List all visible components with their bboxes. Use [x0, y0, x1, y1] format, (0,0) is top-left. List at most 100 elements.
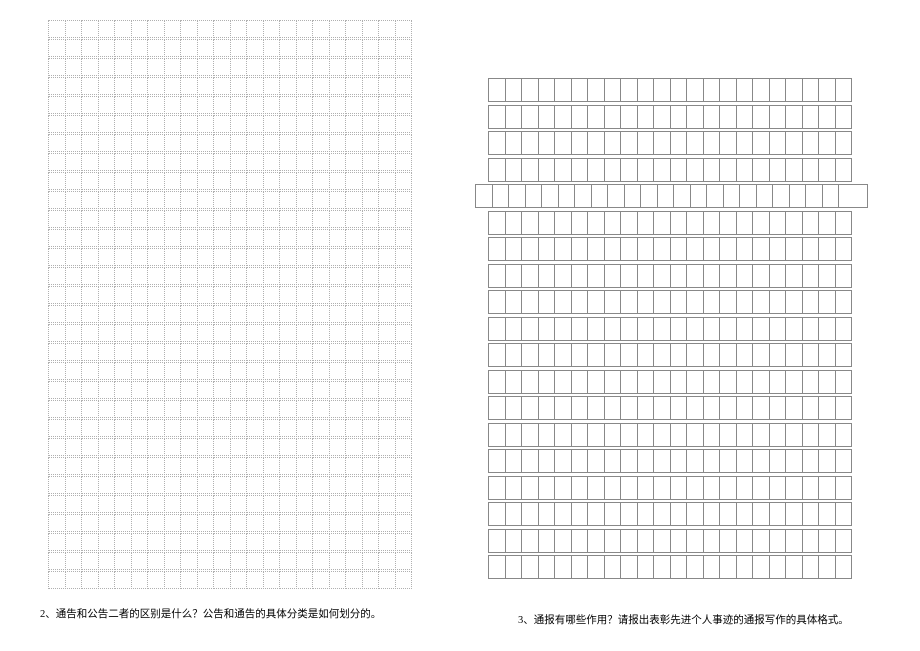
grid-cell	[197, 229, 215, 247]
grid-row	[48, 419, 432, 437]
grid-cell	[624, 184, 642, 208]
grid-cell	[279, 210, 297, 228]
grid-cell	[541, 184, 559, 208]
grid-cell	[835, 78, 853, 102]
grid-cell	[395, 115, 413, 133]
grid-cell	[279, 552, 297, 570]
grid-cell	[213, 134, 231, 152]
grid-cell	[312, 476, 330, 494]
grid-cell	[263, 305, 281, 323]
grid-cell	[197, 362, 215, 380]
grid-cell	[279, 153, 297, 171]
grid-cell	[802, 237, 820, 261]
grid-cell	[653, 237, 671, 261]
grid-cell	[81, 438, 99, 456]
grid-cell	[312, 533, 330, 551]
grid-cell	[785, 264, 803, 288]
grid-cell	[312, 514, 330, 532]
grid-cell	[835, 264, 853, 288]
grid-cell	[279, 362, 297, 380]
grid-cell	[736, 290, 754, 314]
grid-cell	[835, 158, 853, 182]
grid-cell	[279, 457, 297, 475]
grid-cell	[81, 191, 99, 209]
grid-cell	[362, 476, 380, 494]
grid-cell	[505, 317, 523, 341]
grid-cell	[65, 77, 83, 95]
grid-cell	[345, 362, 363, 380]
grid-cell	[785, 105, 803, 129]
grid-cell	[395, 153, 413, 171]
grid-cell	[147, 58, 165, 76]
grid-cell	[114, 115, 132, 133]
grid-cell	[752, 131, 770, 155]
grid-cell	[395, 248, 413, 266]
right-writing-grid	[488, 20, 872, 579]
grid-cell	[98, 343, 116, 361]
grid-cell	[835, 211, 853, 235]
grid-cell	[378, 324, 396, 342]
grid-cell	[521, 158, 539, 182]
grid-row	[488, 555, 872, 579]
grid-cell	[329, 96, 347, 114]
grid-cell	[329, 533, 347, 551]
grid-cell	[114, 58, 132, 76]
grid-cell	[329, 20, 347, 38]
grid-cell	[147, 571, 165, 589]
grid-row	[488, 78, 872, 102]
grid-cell	[131, 438, 149, 456]
grid-cell	[505, 290, 523, 314]
grid-cell	[48, 362, 66, 380]
grid-cell	[114, 343, 132, 361]
grid-cell	[180, 20, 198, 38]
grid-cell	[164, 419, 182, 437]
grid-cell	[114, 362, 132, 380]
grid-cell	[197, 343, 215, 361]
grid-cell	[571, 237, 589, 261]
grid-cell	[822, 184, 840, 208]
grid-row	[48, 96, 432, 114]
grid-cell	[312, 438, 330, 456]
grid-cell	[213, 96, 231, 114]
grid-cell	[48, 400, 66, 418]
grid-cell	[587, 476, 605, 500]
grid-cell	[230, 571, 248, 589]
grid-cell	[345, 286, 363, 304]
grid-cell	[835, 370, 853, 394]
grid-cell	[131, 210, 149, 228]
grid-cell	[263, 210, 281, 228]
grid-cell	[395, 58, 413, 76]
grid-cell	[147, 514, 165, 532]
grid-cell	[180, 39, 198, 57]
grid-cell	[587, 131, 605, 155]
grid-cell	[296, 362, 314, 380]
grid-cell	[505, 211, 523, 235]
grid-cell	[657, 184, 675, 208]
grid-cell	[653, 264, 671, 288]
grid-cell	[378, 96, 396, 114]
grid-cell	[312, 248, 330, 266]
grid-cell	[213, 476, 231, 494]
grid-cell	[312, 571, 330, 589]
grid-cell	[538, 396, 556, 420]
grid-cell	[521, 476, 539, 500]
grid-cell	[329, 77, 347, 95]
grid-cell	[653, 449, 671, 473]
grid-cell	[719, 396, 737, 420]
grid-cell	[263, 134, 281, 152]
grid-cell	[362, 267, 380, 285]
grid-cell	[48, 58, 66, 76]
grid-cell	[164, 343, 182, 361]
grid-cell	[329, 191, 347, 209]
grid-cell	[378, 248, 396, 266]
grid-cell	[246, 476, 264, 494]
grid-cell	[329, 229, 347, 247]
grid-cell	[686, 476, 704, 500]
grid-cell	[230, 191, 248, 209]
grid-cell	[505, 237, 523, 261]
grid-cell	[604, 290, 622, 314]
grid-cell	[769, 290, 787, 314]
grid-cell	[378, 400, 396, 418]
grid-cell	[263, 571, 281, 589]
grid-cell	[131, 286, 149, 304]
